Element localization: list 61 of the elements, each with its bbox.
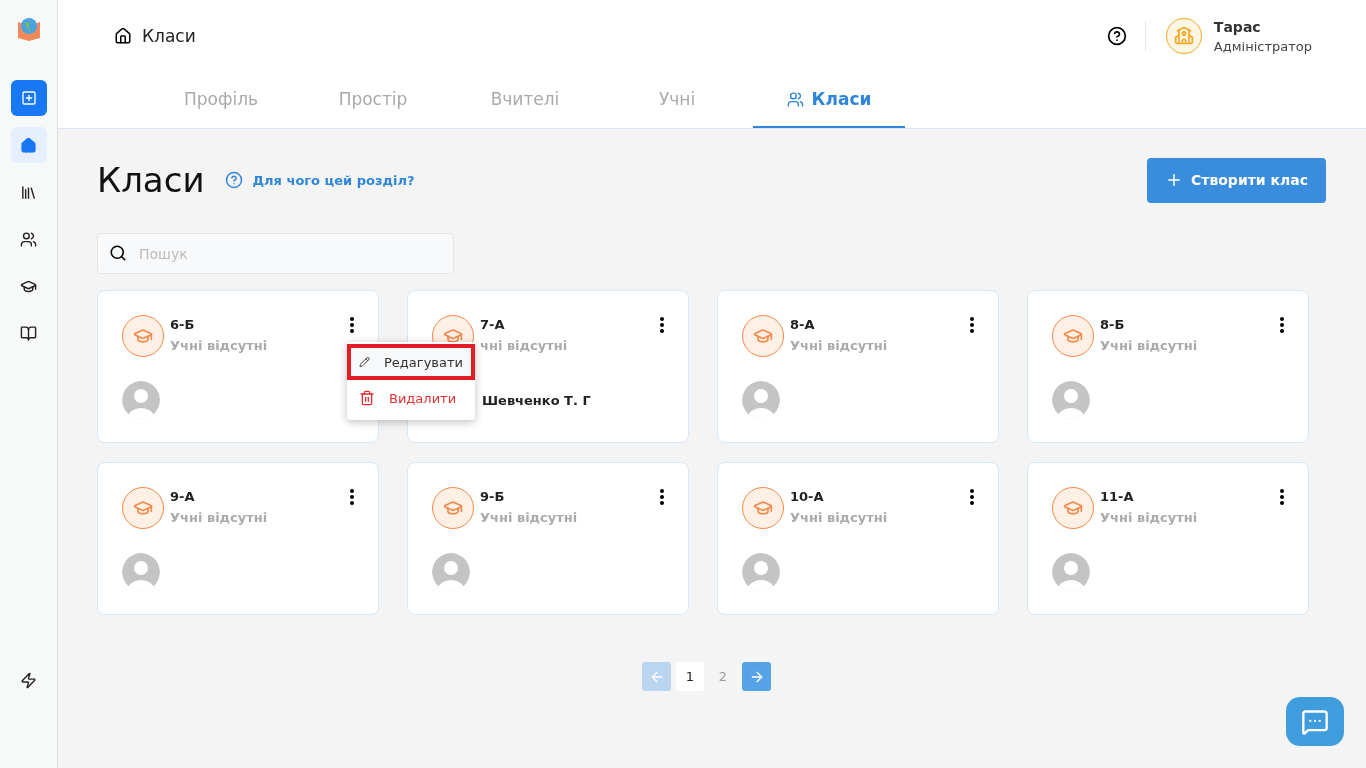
chat-button[interactable] (1286, 697, 1344, 746)
class-subtitle: чні відсутні (480, 338, 568, 353)
trash-icon (359, 390, 375, 406)
avatar-placeholder (742, 381, 780, 419)
teacher-name: Шевченко Т. Г (482, 392, 591, 408)
class-subtitle: Учні відсутні (790, 338, 888, 353)
avatar-placeholder (122, 381, 160, 419)
plus-icon (1165, 171, 1183, 189)
page-button[interactable]: 1 (676, 662, 704, 691)
user-name: Тарас (1213, 18, 1262, 35)
class-name: 6-Б (170, 317, 196, 332)
chat-bubble-icon (1301, 707, 1329, 736)
search-field[interactable]: Пошук (97, 233, 454, 274)
class-name: 10-А (790, 489, 825, 504)
graduation-cap-icon (742, 315, 784, 357)
add-button[interactable] (10, 80, 47, 116)
tab[interactable]: Вчителі (449, 72, 601, 128)
graduation-cap-icon (742, 487, 784, 529)
create-class-button[interactable]: Створити клас (1147, 157, 1326, 203)
graduation-cap-icon (432, 487, 474, 529)
home-icon (114, 27, 132, 45)
class-name: 9-А (170, 489, 196, 504)
avatar-placeholder (1052, 381, 1090, 419)
tab[interactable]: Профіль (145, 72, 297, 128)
class-subtitle: Учні відсутні (1100, 510, 1198, 525)
class-subtitle: Учні відсутні (790, 510, 888, 525)
class-name: 9-Б (480, 489, 506, 504)
help-icon[interactable] (1106, 26, 1127, 46)
pencil-icon (359, 354, 371, 370)
home-icon[interactable] (10, 127, 47, 163)
avatar-placeholder (1052, 553, 1090, 591)
tab[interactable]: Класи (753, 72, 905, 128)
school-avatar (1165, 18, 1202, 54)
menu-item[interactable]: Редагувати (347, 344, 475, 380)
help-link[interactable]: Для чого цей розділ? (252, 172, 415, 188)
class-name: 8-Б (1100, 317, 1126, 332)
graduation-cap-icon (1052, 315, 1094, 357)
graduation-cap-icon (122, 487, 164, 529)
avatar-placeholder (432, 553, 470, 591)
class-name: 8-А (790, 317, 816, 332)
class-subtitle: Учні відсутні (170, 510, 268, 525)
page-title: Класи (97, 160, 205, 200)
menu-item[interactable]: Видалити (347, 380, 475, 416)
plus-square-icon (20, 90, 37, 106)
search-icon (109, 244, 127, 262)
tab[interactable]: Простір (297, 72, 449, 128)
class-name: 7-А (480, 317, 506, 332)
class-subtitle: Учні відсутні (1100, 338, 1198, 353)
breadcrumb: Класи (142, 26, 196, 46)
tab[interactable]: Учні (601, 72, 753, 128)
class-name: 11-А (1100, 489, 1135, 504)
users-icon (786, 90, 804, 108)
avatar-placeholder (742, 553, 780, 591)
class-subtitle: Учні відсутні (170, 338, 268, 353)
graduation-cap-icon (1052, 487, 1094, 529)
user-role: Адміністратор (1213, 38, 1312, 54)
help-icon (224, 171, 243, 189)
class-subtitle: Учні відсутні (480, 510, 578, 525)
page-button[interactable]: 2 (709, 662, 737, 691)
graduation-cap-icon (122, 315, 164, 357)
avatar-placeholder (122, 553, 160, 591)
